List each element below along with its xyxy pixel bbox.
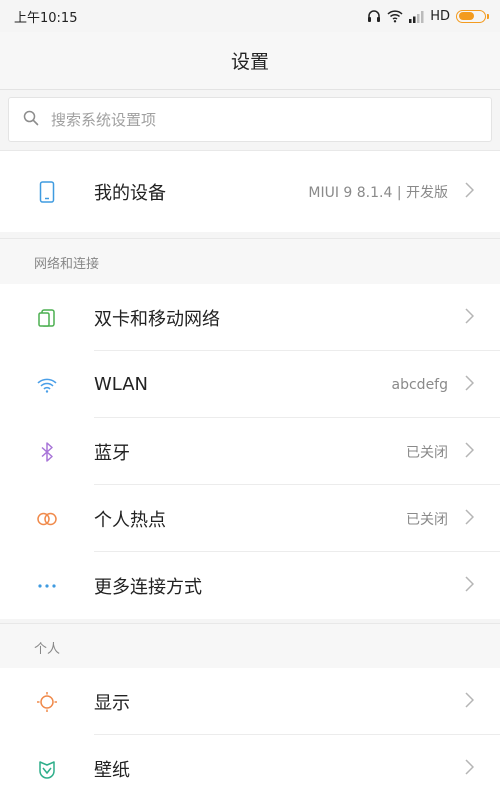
chevron-right-icon (465, 575, 475, 596)
headphones-icon (367, 9, 381, 23)
section-header-network: 网络和连接 (0, 238, 500, 288)
search-icon (23, 110, 39, 130)
settings-item-more-connections[interactable]: 更多连接方式 (0, 552, 500, 619)
phone-icon (36, 181, 58, 203)
chevron-right-icon (465, 758, 475, 779)
chevron-right-icon (465, 691, 475, 712)
settings-item-value: abcdefg (391, 376, 448, 393)
display-sun-icon (36, 691, 58, 713)
my-device-card: 我的设备 MIUI 9 8.1.4 | 开发版 (0, 150, 500, 232)
settings-item-label: WLAN (94, 374, 149, 395)
settings-item-value: 已关闭 (406, 511, 448, 528)
status-icons: HD (367, 8, 489, 24)
settings-item-value: 已关闭 (406, 444, 448, 461)
sim-card-icon (36, 307, 58, 329)
network-type-label: HD (430, 8, 450, 24)
chevron-right-icon (465, 508, 475, 529)
network-card: 双卡和移动网络 WLAN abcdefg 蓝牙 已关闭 个人热点 已关闭 更多连… (0, 284, 500, 619)
battery-icon (456, 9, 489, 23)
settings-item-label: 蓝牙 (94, 442, 130, 464)
settings-item-label: 壁纸 (94, 759, 130, 781)
search-input[interactable] (51, 110, 451, 129)
search-box[interactable] (8, 97, 492, 142)
chevron-right-icon (465, 374, 475, 395)
settings-item-display[interactable]: 显示 (0, 668, 500, 735)
section-title-network: 网络和连接 (34, 257, 100, 272)
wifi-status-icon (387, 9, 403, 23)
settings-item-label: 个人热点 (94, 509, 166, 531)
settings-item-label: 显示 (94, 692, 130, 714)
settings-item-label: 更多连接方式 (94, 576, 202, 598)
settings-item-wallpaper[interactable]: 壁纸 (0, 735, 500, 800)
status-time: 上午10:15 (14, 10, 78, 26)
settings-item-hotspot[interactable]: 个人热点 已关闭 (0, 485, 500, 552)
settings-item-label: 双卡和移动网络 (94, 308, 220, 330)
settings-item-bluetooth[interactable]: 蓝牙 已关闭 (0, 418, 500, 485)
page-title: 设置 (230, 51, 269, 73)
battery-cap (487, 13, 489, 19)
wifi-icon (36, 374, 58, 396)
status-bar: 上午10:15 HD (0, 0, 500, 32)
chevron-right-icon (465, 182, 475, 202)
more-dots-icon (36, 575, 58, 597)
search-area (0, 90, 500, 150)
personal-card: 显示 壁纸 (0, 668, 500, 800)
battery-level (458, 12, 474, 20)
section-title-personal: 个人 (34, 642, 61, 657)
bluetooth-icon (36, 441, 58, 463)
settings-item-wlan[interactable]: WLAN abcdefg (0, 351, 500, 418)
signal-icon (409, 10, 424, 23)
chevron-right-icon (465, 441, 475, 462)
settings-item-dual-sim[interactable]: 双卡和移动网络 (0, 284, 500, 351)
my-device-value: MIUI 9 8.1.4 | 开发版 (308, 185, 448, 201)
chevron-right-icon (465, 307, 475, 328)
wallpaper-icon (36, 758, 58, 780)
my-device-label: 我的设备 (94, 183, 166, 204)
section-header-personal: 个人 (0, 623, 500, 673)
page-title-bar: 设置 (0, 32, 500, 90)
hotspot-icon (36, 508, 58, 530)
my-device-row[interactable]: 我的设备 MIUI 9 8.1.4 | 开发版 (0, 151, 500, 233)
